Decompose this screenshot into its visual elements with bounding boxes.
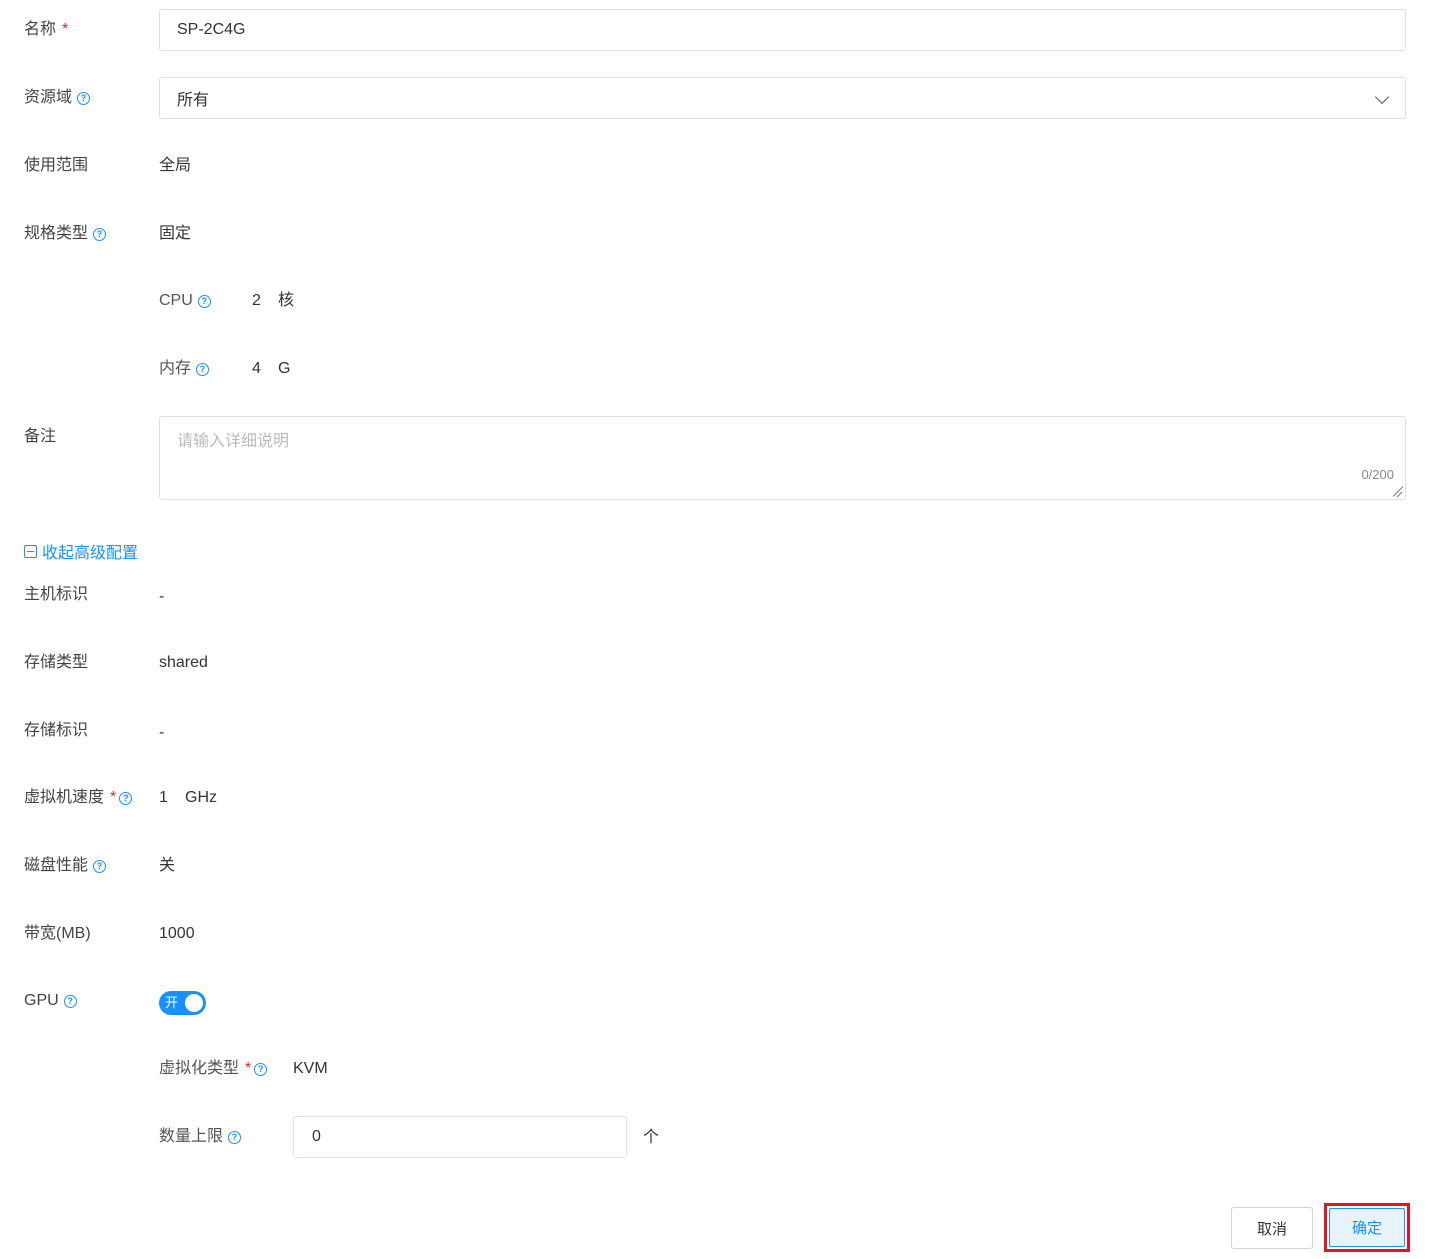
help-icon[interactable]: ? <box>196 362 210 376</box>
confirm-button[interactable]: 确定 <box>1329 1208 1405 1247</box>
disk-perf-value: 关 <box>159 857 176 874</box>
name-input[interactable]: SP-2C4G <box>159 9 1406 51</box>
cpu-unit: 核 <box>278 292 295 309</box>
storage-type-value: shared <box>159 654 208 671</box>
help-icon[interactable]: ? <box>63 994 77 1008</box>
remark-label: 备注 <box>24 428 57 445</box>
required-mark: * <box>62 21 69 38</box>
memory-value: 4 <box>252 360 261 377</box>
help-icon[interactable]: ? <box>254 1062 268 1076</box>
storage-tag-label: 存储标识 <box>24 722 89 739</box>
gpu-switch[interactable]: 开 <box>159 991 206 1015</box>
virt-type-label: 虚拟化类型 * ? <box>159 1059 268 1079</box>
collapse-advanced-link[interactable]: 收起高级配置 <box>24 539 138 563</box>
spec-type-label: 规格类型 ? <box>24 224 107 244</box>
confirm-highlight-box: 确定 <box>1324 1203 1410 1252</box>
char-count: 0/200 <box>1361 467 1394 482</box>
disk-perf-label: 磁盘性能 ? <box>24 856 107 876</box>
storage-tag-value: - <box>159 724 165 741</box>
resize-handle-icon[interactable] <box>1391 485 1403 497</box>
vm-speed-unit: GHz <box>185 789 217 806</box>
help-icon[interactable]: ? <box>77 91 91 105</box>
chevron-down-icon <box>1374 89 1390 105</box>
host-tag-label: 主机标识 <box>24 586 89 603</box>
scope-label: 使用范围 <box>24 157 89 174</box>
gpu-label: GPU ? <box>24 991 77 1011</box>
host-tag-value: - <box>159 588 165 605</box>
resource-domain-select[interactable]: 所有 <box>159 77 1406 119</box>
remark-placeholder: 请输入详细说明 <box>177 433 290 450</box>
vm-speed-label: 虚拟机速度 * ? <box>24 788 133 808</box>
storage-type-label: 存储类型 <box>24 654 89 671</box>
cpu-value: 2 <box>252 292 261 309</box>
help-icon[interactable]: ? <box>197 294 211 308</box>
name-label: 名称 * <box>24 21 69 38</box>
virt-type-value: KVM <box>293 1060 328 1077</box>
vm-speed-value: 1 <box>159 789 168 806</box>
switch-on-text: 开 <box>165 995 179 1010</box>
count-limit-unit: 个 <box>643 1129 660 1146</box>
scope-value: 全局 <box>159 157 192 174</box>
help-icon[interactable]: ? <box>93 859 107 873</box>
help-icon[interactable]: ? <box>93 227 107 241</box>
cancel-button[interactable]: 取消 <box>1231 1207 1313 1249</box>
bandwidth-value: 1000 <box>159 925 195 942</box>
memory-unit: G <box>278 360 291 377</box>
required-mark: * <box>110 789 117 806</box>
resource-domain-label: 资源域 ? <box>24 88 91 108</box>
count-limit-label: 数量上限 ? <box>159 1127 242 1147</box>
collapse-icon <box>24 544 37 558</box>
switch-knob <box>185 994 203 1012</box>
help-icon[interactable]: ? <box>119 791 133 805</box>
help-icon[interactable]: ? <box>228 1130 242 1144</box>
count-limit-input[interactable]: 0 <box>293 1116 627 1158</box>
bandwidth-label: 带宽(MB) <box>24 925 91 942</box>
required-mark: * <box>245 1060 252 1077</box>
cpu-label: CPU ? <box>159 291 211 311</box>
memory-label: 内存 ? <box>159 359 210 379</box>
remark-textarea[interactable]: 请输入详细说明 0/200 <box>159 416 1406 500</box>
spec-type-value: 固定 <box>159 225 192 242</box>
